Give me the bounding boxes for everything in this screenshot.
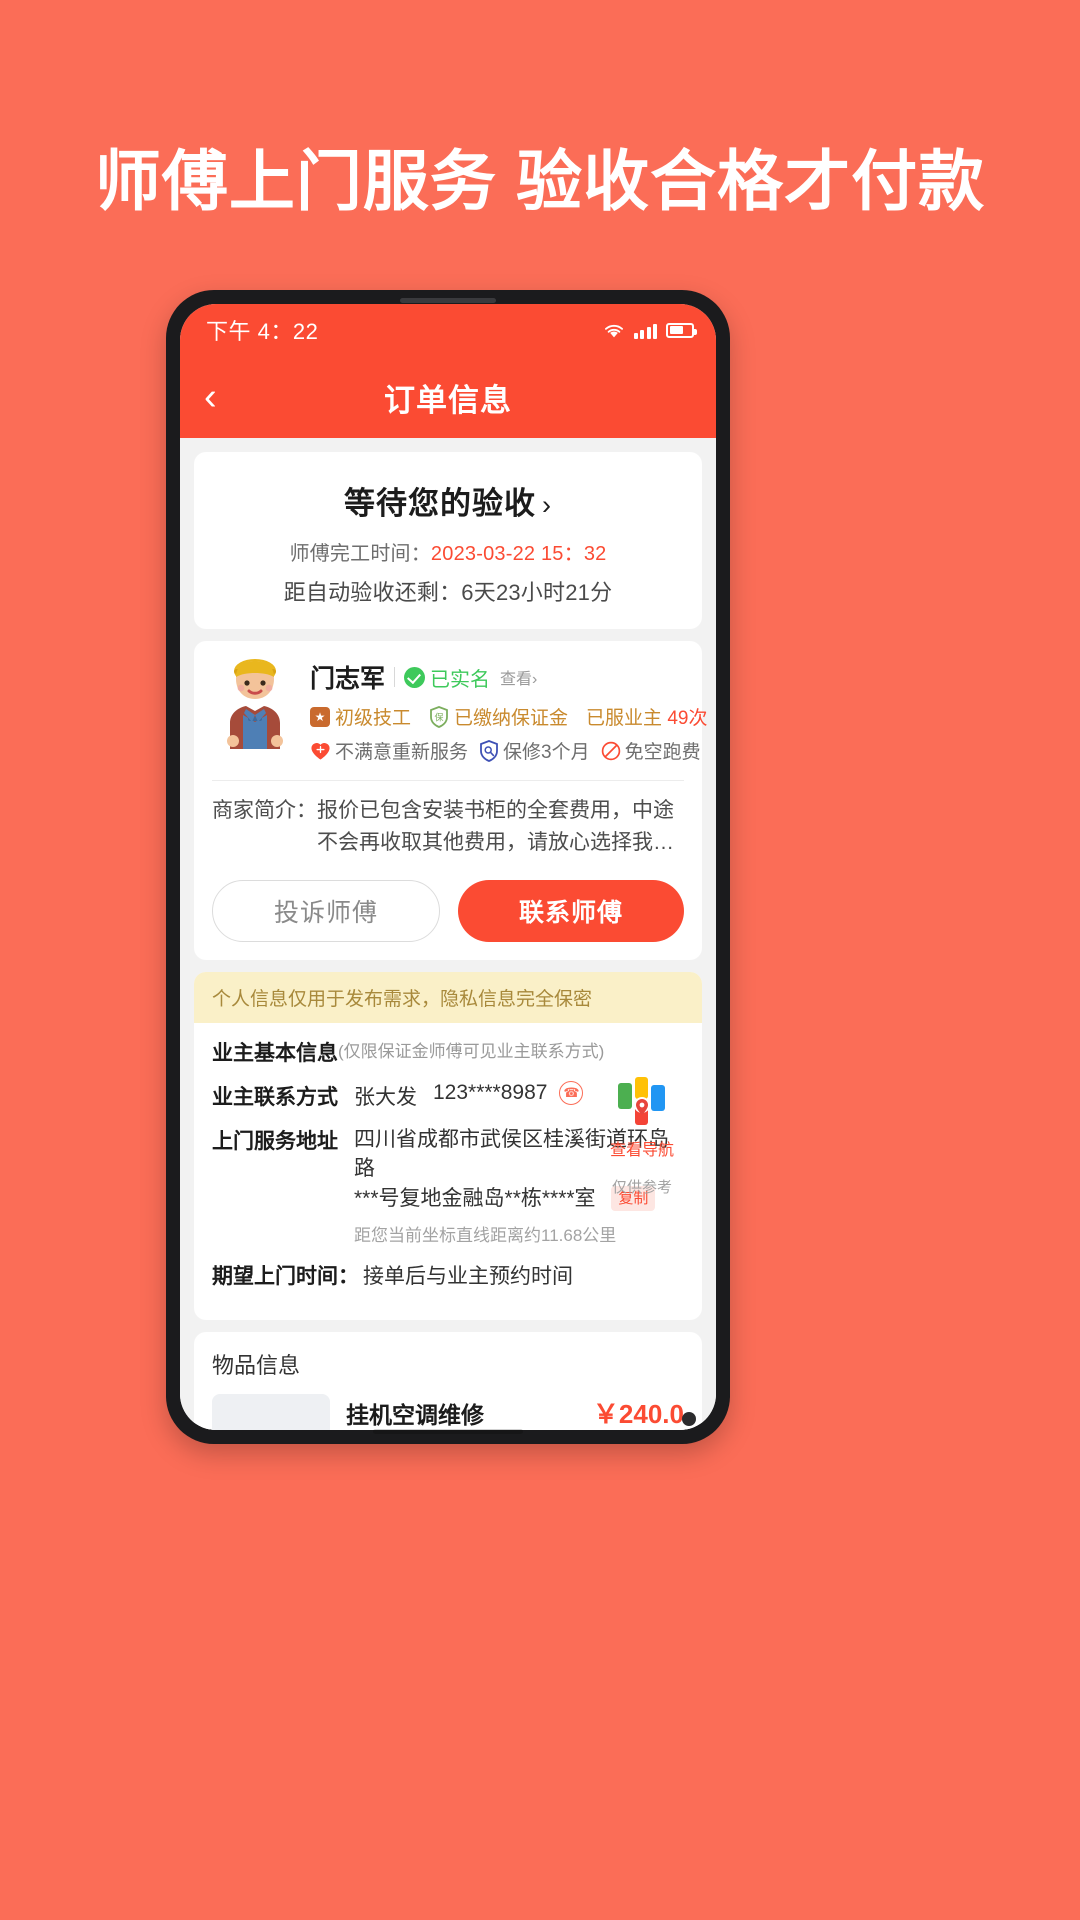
level-tag: ★ 初级技工 [310, 703, 411, 730]
goods-row[interactable]: 挂机空调维修 ￥240.0 枝形吊灯安装（10头） 数量 x1 [212, 1394, 684, 1430]
goods-price: ￥240.0 [592, 1399, 684, 1430]
promise-reservice-label: 不满意重新服务 [335, 742, 469, 763]
phone-icon[interactable]: ☎ [559, 1081, 584, 1105]
phone-mockup: 下午 4：22 ‹ 订单信息 等待您的验收 › 师傅完工时间：2023-03-2… [166, 290, 730, 1444]
finish-time-label: 师傅完工时间： [289, 543, 431, 565]
worker-avatar-icon [227, 659, 283, 749]
map-navigation-icon [618, 1077, 665, 1125]
goods-info-card: 物品信息 挂机空调维修 ￥240.0 [194, 1332, 702, 1430]
shield-icon [480, 739, 498, 762]
nav-bar: ‹ 订单信息 [180, 356, 716, 438]
merchant-intro: 商家简介： 报价已包含安装书柜的全套费用，中途不会再收取其他费用，请放心选择我的… [212, 795, 684, 858]
owner-basic-title: 业主基本信息 [212, 1042, 338, 1065]
owner-body: 业主基本信息 (仅限保证金师傅可见业主联系方式) 业主联系方式 张大发 123*… [194, 1023, 702, 1290]
owner-contact-name: 张大发 [354, 1086, 417, 1109]
divider [212, 780, 684, 781]
privacy-notice: 个人信息仅用于发布需求，隐私信息完全保密 [194, 972, 702, 1023]
goods-section-title: 物品信息 [212, 1353, 301, 1379]
served-count: 49次 [667, 708, 708, 729]
address-distance: 距您当前坐标直线距离约11.68公里 [354, 1226, 617, 1246]
order-status-title[interactable]: 等待您的验收 › [214, 478, 682, 523]
worker-avatar [212, 657, 298, 749]
worker-action-buttons: 投诉师傅 联系师傅 [212, 880, 684, 942]
owner-contact-phone: 123****8987 [433, 1081, 548, 1104]
screen-content[interactable]: 等待您的验收 › 师傅完工时间：2023-03-22 15：32 距自动验收还剩：… [180, 438, 716, 1430]
address-line-2: ***号复地金融岛**栋****室 [354, 1186, 596, 1210]
order-status-card[interactable]: 等待您的验收 › 师傅完工时间：2023-03-22 15：32 距自动验收还剩：… [194, 452, 702, 629]
expect-time-value: 接单后与业主预约时间 [363, 1265, 573, 1289]
navigation-label: 查看导航 [609, 1142, 674, 1159]
merchant-intro-label: 商家简介： [212, 799, 317, 822]
promise-warranty: 保修3个月 [479, 737, 590, 764]
owner-address-label: 上门服务地址 [212, 1130, 338, 1153]
chevron-right-icon: › [542, 490, 552, 520]
finish-time-row: 师傅完工时间：2023-03-22 15：32 [214, 537, 682, 566]
verified-label: 已实名 [430, 668, 491, 691]
deposit-tag-label: 已缴纳保证金 [454, 708, 569, 729]
expect-time-label: 期望上门时间： [212, 1265, 359, 1289]
status-time: 下午 4：22 [206, 319, 319, 344]
goods-thumbnail [212, 1394, 330, 1430]
poster-headline: 师傅上门服务 验收合格才付款 [94, 144, 986, 218]
order-status-text: 等待您的验收 [344, 486, 536, 521]
divider [394, 667, 396, 687]
back-button[interactable]: ‹ [204, 378, 250, 416]
page-title: 订单信息 [384, 382, 512, 418]
verified-badge: 已实名 [404, 663, 490, 692]
owner-basic-title-row: 业主基本信息 (仅限保证金师傅可见业主联系方式) [212, 1037, 684, 1067]
promise-warranty-label: 保修3个月 [503, 742, 590, 763]
served-tag: 已服业主 49次 [586, 703, 707, 730]
served-prefix: 已服业主 [586, 708, 668, 729]
finish-time-value: 2023-03-22 15：32 [430, 543, 607, 565]
goods-info: 挂机空调维修 ￥240.0 枝形吊灯安装（10头） 数量 x1 [346, 1394, 684, 1430]
worker-card: 门志军 已实名 查看› ★ 初级技工 保 已缴纳保证金 已服业主 49次 不满意… [194, 641, 707, 960]
heart-icon [311, 742, 330, 760]
worker-name-row: 门志军 已实名 查看› [310, 659, 684, 695]
phone-screen: 下午 4：22 ‹ 订单信息 等待您的验收 › 师傅完工时间：2023-03-2… [180, 304, 716, 1430]
complain-button[interactable]: 投诉师傅 [212, 880, 440, 942]
owner-contact-label: 业主联系方式 [212, 1086, 338, 1109]
goods-name: 挂机空调维修 [346, 1402, 484, 1429]
owner-basic-subtitle: (仅限保证金师傅可见业主联系方式) [338, 1042, 605, 1061]
promise-reservice: 不满意重新服务 [310, 737, 468, 764]
worker-tags-row: ★ 初级技工 保 已缴纳保证金 已服业主 49次 [310, 703, 707, 730]
signal-icon [633, 322, 657, 339]
shield-guarantee-icon: 保 [430, 705, 448, 728]
battery-icon [666, 322, 697, 338]
home-indicator [373, 1429, 523, 1434]
navigation-widget[interactable]: 查看导航 仅供参考 [598, 1075, 686, 1197]
worker-top: 门志军 已实名 查看› ★ 初级技工 保 已缴纳保证金 已服业主 49次 不满意… [212, 657, 707, 764]
worker-meta: 门志军 已实名 查看› ★ 初级技工 保 已缴纳保证金 已服业主 49次 不满意… [310, 657, 707, 764]
owner-expect-time-row: 期望上门时间： 接单后与业主预约时间 [212, 1260, 684, 1290]
goods-head: 挂机空调维修 ￥240.0 [346, 1394, 684, 1430]
worker-promise-row: 不满意重新服务 保修3个月 免空跑费 [310, 737, 701, 764]
medal-icon: ★ [310, 706, 330, 727]
merchant-intro-text: 报价已包含安装书柜的全套费用，中途不会再收取其他费用，请放心选择我的优质服... [317, 799, 674, 854]
promise-nofee-label: 免空跑费 [624, 742, 701, 763]
status-icons [603, 322, 697, 339]
worker-name: 门志军 [310, 665, 386, 693]
status-bar: 下午 4：22 [180, 304, 716, 356]
no-fee-icon [601, 741, 620, 760]
check-circle-icon [404, 666, 426, 688]
owner-info-card: 个人信息仅用于发布需求，隐私信息完全保密 业主基本信息 (仅限保证金师傅可见业主… [194, 972, 702, 1321]
camera-dot [682, 1412, 696, 1426]
contact-button[interactable]: 联系师傅 [458, 880, 684, 942]
level-tag-label: 初级技工 [335, 708, 412, 729]
deposit-tag: 保 已缴纳保证金 [429, 703, 568, 730]
promise-nofee: 免空跑费 [601, 737, 701, 764]
auto-accept-countdown: 距自动验收还剩：6天23小时21分 [283, 580, 613, 605]
svg-text:保: 保 [435, 711, 444, 722]
wifi-icon [604, 324, 623, 337]
view-link[interactable]: 查看› [500, 665, 537, 689]
navigation-note: 仅供参考 [611, 1179, 672, 1196]
